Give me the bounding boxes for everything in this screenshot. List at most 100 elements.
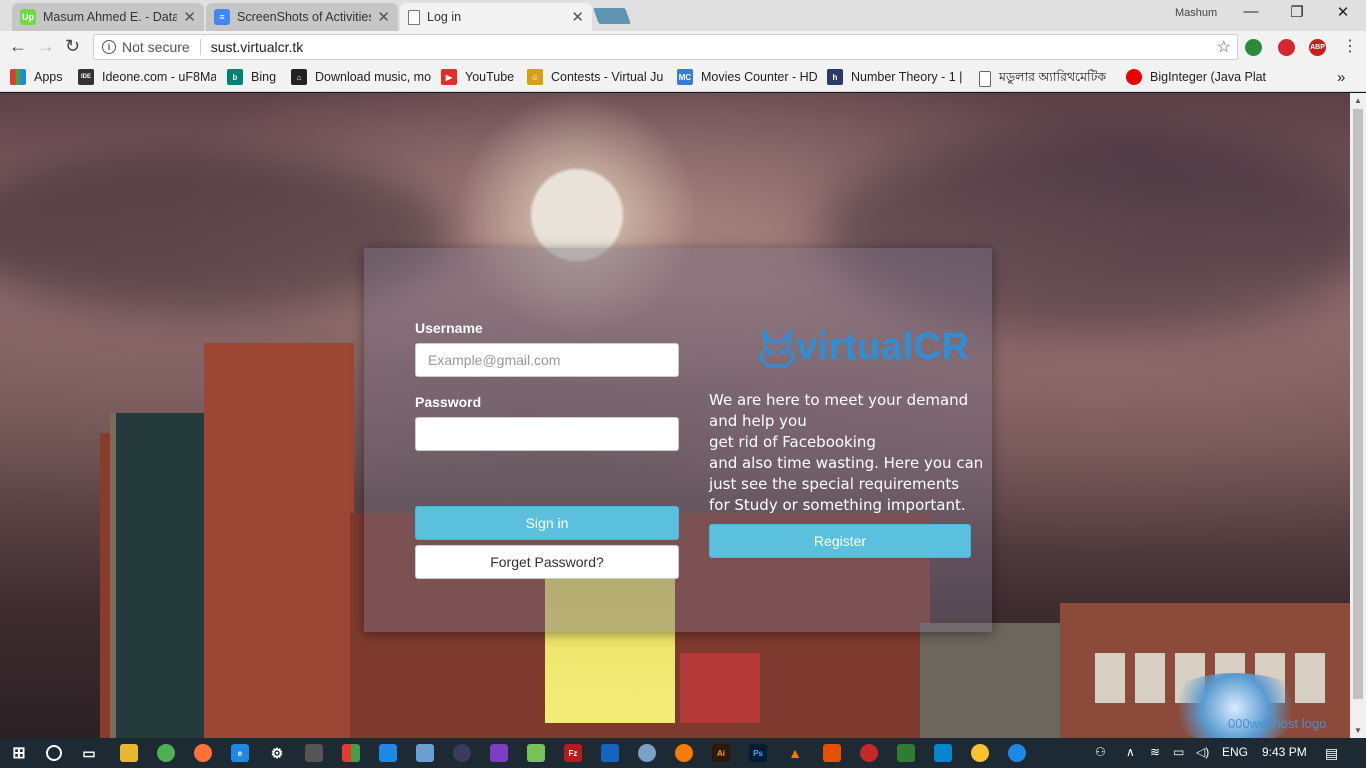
tagline-line: We are here to meet your demand xyxy=(709,391,969,409)
app-icon[interactable] xyxy=(823,744,841,762)
bing-icon: b xyxy=(227,69,243,85)
adblock-plus-icon[interactable]: ABP xyxy=(1309,39,1326,56)
bookmark-movies-counter[interactable]: MC Movies Counter - HD xyxy=(677,69,817,85)
app-icon[interactable] xyxy=(897,744,915,762)
firefox-icon[interactable] xyxy=(194,744,212,762)
security-label: Not secure xyxy=(122,39,190,55)
bookmark-download-music[interactable]: ⌂ Download music, mo xyxy=(291,69,431,85)
photoshop-icon[interactable]: Ps xyxy=(749,744,767,762)
notifications-icon[interactable]: ▤ xyxy=(1325,745,1338,762)
bookmark-label: BigInteger (Java Platf xyxy=(1150,70,1266,84)
vscode-icon[interactable] xyxy=(379,744,397,762)
profile-name[interactable]: Mashum xyxy=(1175,7,1217,19)
divider xyxy=(199,39,201,55)
zoom-icon[interactable] xyxy=(934,744,952,762)
file-explorer-icon[interactable] xyxy=(120,744,138,762)
store-icon[interactable] xyxy=(305,744,323,762)
building-glass xyxy=(110,413,208,738)
username-label: Username xyxy=(415,320,483,336)
password-input[interactable] xyxy=(415,417,679,451)
tagline-line: just see the special requirements xyxy=(709,475,960,493)
close-icon[interactable]: ✕ xyxy=(183,8,196,26)
bookmark-biginteger[interactable]: BigInteger (Java Platf xyxy=(1126,69,1266,85)
windows-taskbar: ⊞ ▭ e ⚙ Fz Ai Ps ▲ ⚇ ∧ ≋ ▭ ◁) ENG 9:43 P… xyxy=(0,738,1366,768)
bookmark-ideone[interactable]: IDE Ideone.com - uF8Ma xyxy=(78,69,216,85)
google-docs-icon: ≡ xyxy=(214,9,230,25)
app-icon[interactable] xyxy=(638,744,656,762)
tab-strip: Up Masum Ahmed E. - Data ✕ ≡ ScreenShots… xyxy=(0,0,1366,31)
restore-icon[interactable]: ❐ xyxy=(1274,3,1320,21)
task-view-icon[interactable]: ▭ xyxy=(80,744,98,762)
host-logo[interactable]: 000webhost logo xyxy=(1228,716,1326,731)
android-studio-icon[interactable] xyxy=(527,744,545,762)
scroll-down-icon[interactable]: ▼ xyxy=(1350,726,1366,735)
scrollbar-thumb[interactable] xyxy=(1353,109,1363,699)
filezilla-icon[interactable]: Fz xyxy=(564,744,582,762)
forward-icon[interactable]: → xyxy=(37,36,55,57)
tab-screenshots[interactable]: ≡ ScreenShots of Activities ✕ xyxy=(206,3,398,31)
extension-red-icon[interactable] xyxy=(1278,39,1295,56)
eclipse-icon[interactable] xyxy=(453,744,471,762)
people-icon[interactable]: ⚇ xyxy=(1095,745,1106,759)
bookmark-modular-arithmetic[interactable]: মডুলার অ্যারিথমেটিক xyxy=(979,69,1115,89)
menu-icon[interactable]: ⋮ xyxy=(1342,36,1358,56)
edge-icon[interactable]: e xyxy=(231,744,249,762)
scroll-up-icon[interactable]: ▲ xyxy=(1350,96,1366,105)
bookmark-bing[interactable]: b Bing xyxy=(227,69,276,85)
page-scrollbar[interactable]: ▲ ▼ xyxy=(1350,93,1366,738)
close-icon[interactable]: ✕ xyxy=(571,8,584,26)
bookmarks-bar: Apps IDE Ideone.com - uF8Ma b Bing ⌂ Dow… xyxy=(0,63,1366,92)
chevron-up-icon[interactable]: ∧ xyxy=(1126,745,1135,759)
new-tab-button[interactable] xyxy=(593,8,631,24)
more-bookmarks-icon[interactable]: » xyxy=(1337,69,1345,86)
clock[interactable]: 9:43 PM xyxy=(1262,745,1307,759)
lit-windows xyxy=(680,653,760,723)
app-icon[interactable] xyxy=(971,744,989,762)
office-icon[interactable] xyxy=(342,744,360,762)
tab-upwork[interactable]: Up Masum Ahmed E. - Data ✕ xyxy=(12,3,204,31)
forget-password-button[interactable]: Forget Password? xyxy=(415,545,679,579)
app-icon[interactable] xyxy=(1008,744,1026,762)
bookmark-number-theory[interactable]: h Number Theory - 1 | xyxy=(827,69,967,85)
page-icon xyxy=(979,71,991,87)
windows-start-icon[interactable]: ⊞ xyxy=(10,744,28,762)
address-bar[interactable]: i Not secure sust.virtualcr.tk ☆ xyxy=(93,34,1238,60)
url-text[interactable]: sust.virtualcr.tk xyxy=(211,39,304,55)
battery-icon[interactable]: ▭ xyxy=(1173,745,1184,759)
app-icon[interactable] xyxy=(675,744,693,762)
tab-login[interactable]: Log in ✕ xyxy=(400,3,592,31)
search-icon[interactable] xyxy=(46,745,62,761)
bookmark-apps[interactable]: Apps xyxy=(10,69,63,85)
bookmark-vjudge[interactable]: ☺ Contests - Virtual Ju xyxy=(527,69,667,85)
password-label: Password xyxy=(415,394,482,410)
minimize-icon[interactable]: — xyxy=(1228,3,1274,20)
extension-green-icon[interactable] xyxy=(1245,39,1262,56)
visual-studio-icon[interactable] xyxy=(490,744,508,762)
bookmark-youtube[interactable]: ▶ YouTube xyxy=(441,69,514,85)
illustrator-icon[interactable]: Ai xyxy=(712,744,730,762)
vlc-icon[interactable]: ▲ xyxy=(786,744,804,762)
username-input[interactable] xyxy=(415,343,679,377)
star-icon[interactable]: ☆ xyxy=(1217,37,1231,57)
reload-icon[interactable]: ↻ xyxy=(65,36,80,57)
signin-button[interactable]: Sign in xyxy=(415,506,679,540)
info-icon[interactable]: i xyxy=(102,40,116,54)
app-icon[interactable] xyxy=(601,744,619,762)
window-close-icon[interactable]: ✕ xyxy=(1320,3,1366,21)
browser-toolbar: ← → ↻ i Not secure sust.virtualcr.tk ☆ A… xyxy=(0,31,1366,63)
bookmark-label: Movies Counter - HD xyxy=(701,70,817,84)
close-icon[interactable]: ✕ xyxy=(377,8,390,26)
app-icon[interactable] xyxy=(860,744,878,762)
tagline-line: get rid of Facebooking xyxy=(709,433,876,451)
settings-icon[interactable]: ⚙ xyxy=(268,744,286,762)
wifi-icon[interactable]: ≋ xyxy=(1150,745,1160,759)
oracle-icon xyxy=(1126,69,1142,85)
volume-icon[interactable]: ◁) xyxy=(1196,745,1209,759)
back-icon[interactable]: ← xyxy=(9,36,27,57)
virtualbox-icon[interactable] xyxy=(416,744,434,762)
language-indicator[interactable]: ENG xyxy=(1222,745,1248,759)
robot-mascot-icon xyxy=(758,327,796,367)
bookmark-label: Apps xyxy=(34,70,63,84)
chrome-icon[interactable] xyxy=(157,744,175,762)
register-button[interactable]: Register xyxy=(709,524,971,558)
